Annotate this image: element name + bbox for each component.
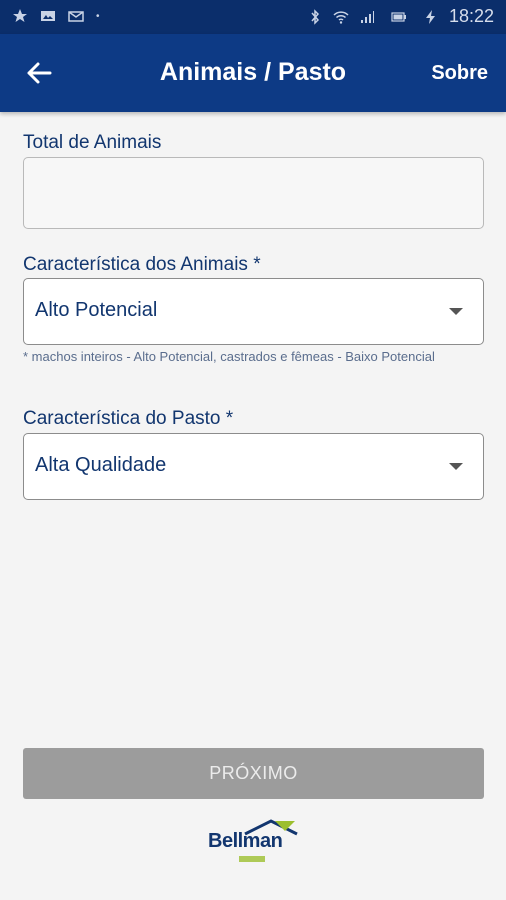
wifi-icon (333, 10, 349, 24)
notification-icons: • (12, 8, 100, 24)
status-time: 18:22 (448, 6, 494, 26)
signal-icon (360, 10, 374, 23)
battery-icon (391, 11, 406, 22)
dot-icon: • (96, 10, 100, 22)
app-bar: Animais / Pasto Sobre (0, 34, 506, 112)
total-animals-input[interactable] (23, 157, 484, 229)
bellman-logo: Bellman (205, 818, 301, 870)
pasture-characteristic-value: Alta Qualidade (35, 454, 167, 476)
mail-icon (68, 11, 84, 22)
star-icon (13, 9, 27, 22)
image-icon (41, 11, 55, 21)
animal-characteristic-value: Alto Potencial (35, 299, 158, 321)
status-bar: • 18:22 (0, 0, 506, 34)
animal-characteristic-hint: * machos inteiros - Alto Potencial, cast… (23, 349, 435, 364)
pasture-characteristic-select[interactable]: Alta Qualidade (23, 433, 484, 500)
animal-characteristic-label: Característica dos Animais * (23, 254, 261, 275)
pasture-characteristic-label: Característica do Pasto * (23, 408, 234, 429)
logo-brand-text: Bellman (208, 830, 283, 852)
total-animals-label: Total de Animais (23, 132, 162, 153)
dropdown-arrow-icon (449, 463, 463, 470)
logo-sub-mark-icon (239, 856, 265, 862)
about-button[interactable]: Sobre (431, 62, 488, 85)
dropdown-arrow-icon (449, 308, 463, 315)
charging-icon (425, 9, 435, 24)
page-title: Animais / Pasto (159, 58, 347, 86)
system-icons: 18:22 (307, 6, 494, 27)
logo-subtext (239, 856, 265, 864)
next-button[interactable]: PRÓXIMO (23, 748, 484, 799)
bluetooth-icon (311, 8, 319, 25)
animal-characteristic-select[interactable]: Alto Potencial (23, 278, 484, 345)
